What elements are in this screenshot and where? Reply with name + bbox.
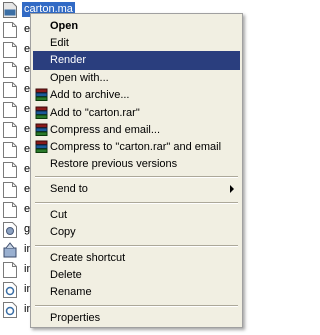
menu-item-label: Properties <box>50 312 101 324</box>
menu-item-label: Send to <box>50 183 88 195</box>
menu-item-label: Copy <box>50 226 76 238</box>
menu-item-copy[interactable]: Copy <box>33 223 240 242</box>
menu-item-label: Render <box>50 54 87 66</box>
document-icon <box>3 162 17 178</box>
document-icon <box>3 142 17 158</box>
winrar-icon <box>35 123 48 136</box>
menu-item-rename[interactable]: Rename <box>33 283 240 302</box>
menu-item-label: Edit <box>50 37 69 49</box>
menu-item-send-to[interactable]: Send to <box>33 180 240 199</box>
menu-separator <box>35 202 238 204</box>
menu-item-label: Cut <box>50 209 68 221</box>
link-file-icon <box>3 302 17 318</box>
document-icon <box>3 182 17 198</box>
settings-file-icon <box>3 222 17 238</box>
document-icon <box>3 22 17 38</box>
document-icon <box>3 102 17 118</box>
submenu-arrow-icon <box>230 185 234 193</box>
maya-file-icon <box>3 2 17 18</box>
link-file-icon <box>3 282 17 298</box>
menu-item-add-to-archive[interactable]: Add to archive... <box>33 86 240 105</box>
menu-separator <box>35 305 238 307</box>
menu-item-label: Add to archive... <box>50 89 130 101</box>
document-icon <box>3 62 17 78</box>
winrar-icon <box>35 140 48 153</box>
document-icon <box>3 42 17 58</box>
menu-item-restore-previous-versions[interactable]: Restore previous versions <box>33 155 240 174</box>
menu-item-label: Delete <box>50 269 82 281</box>
menu-item-label: Create shortcut <box>50 252 126 264</box>
menu-item-label: Add to "carton.rar" <box>50 107 140 119</box>
menu-item-label: Restore previous versions <box>50 158 178 170</box>
winrar-icon <box>35 88 48 101</box>
menu-item-label: Open <box>50 20 79 32</box>
document-icon <box>3 202 17 218</box>
menu-item-render[interactable]: Render <box>33 51 240 70</box>
document-icon <box>3 82 17 98</box>
menu-item-label: Open with... <box>50 72 109 84</box>
menu-item-properties[interactable]: Properties <box>33 309 240 328</box>
menu-item-label: Compress to "carton.rar" and email <box>50 141 222 153</box>
menu-item-label: Compress and email... <box>50 124 161 136</box>
winrar-icon <box>35 106 48 119</box>
menu-separator <box>35 245 238 247</box>
menu-item-label: Rename <box>50 286 92 298</box>
installer-icon <box>3 242 17 258</box>
document-icon <box>3 262 17 278</box>
menu-separator <box>35 176 238 178</box>
document-icon <box>3 122 17 138</box>
context-menu: Open Edit Render Open with... Add to arc… <box>30 13 243 328</box>
